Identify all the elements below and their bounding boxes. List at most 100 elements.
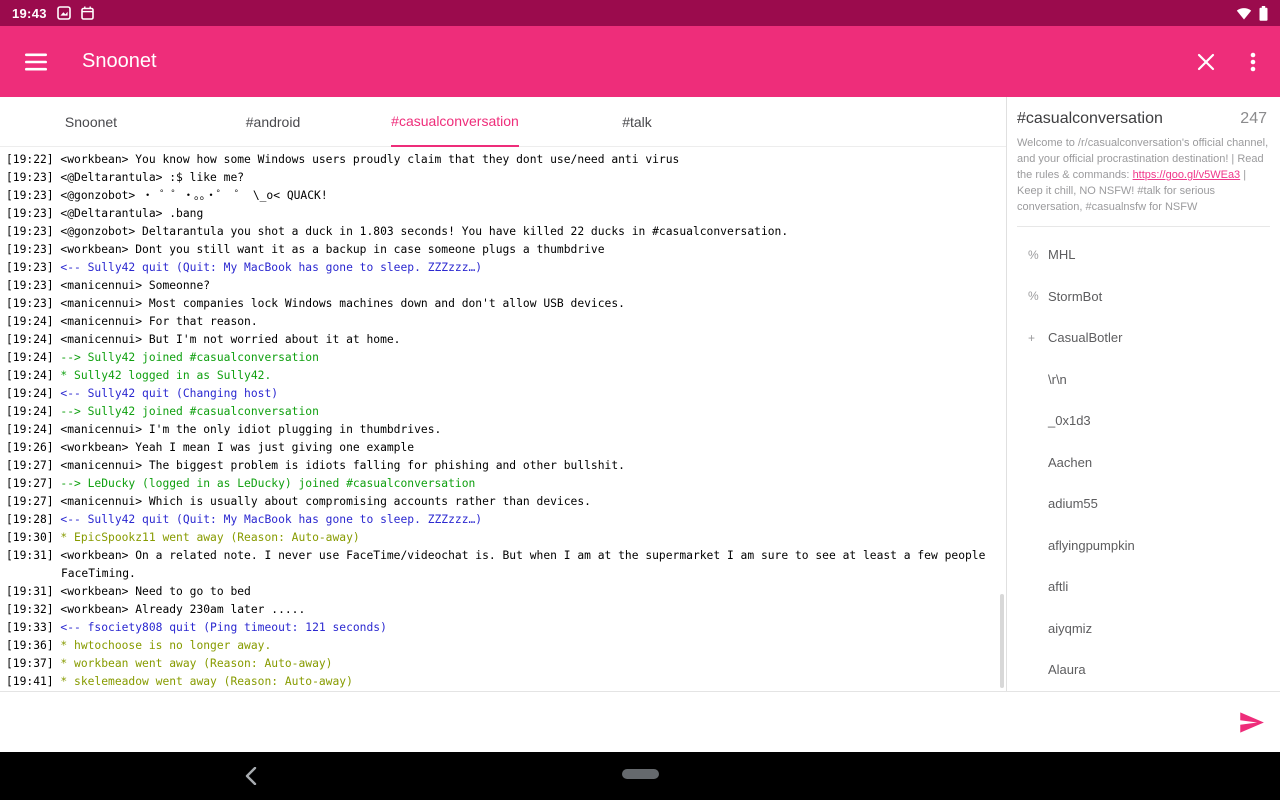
message-timestamp: [19:24] — [6, 351, 61, 364]
chat-message: [19:24] <manicennui> I'm the only idiot … — [6, 421, 1004, 439]
chat-message: [19:24] * Sully42 logged in as Sully42. — [6, 367, 1004, 385]
tab-label: #android — [245, 114, 301, 130]
chat-messages: [19:22] <workbean> You know how some Win… — [0, 147, 1006, 691]
user-list-item[interactable]: % StormBot — [1028, 276, 1280, 318]
message-text: * hwtochoose is no longer away. — [60, 639, 272, 652]
topic-link[interactable]: https://goo.gl/v5WEa3 — [1133, 169, 1241, 181]
user-list-item[interactable]: _0x1d3 — [1028, 400, 1280, 442]
user-list-item[interactable]: aiyqmiz — [1028, 608, 1280, 650]
message-timestamp: [19:23] — [6, 207, 61, 220]
android-screen: 19:43 Snoonet Snoonet #android #casualco… — [0, 0, 1280, 800]
sidebar-header: #casualconversation 247 — [1007, 110, 1280, 128]
user-list-item[interactable]: aflyingpumpkin — [1028, 525, 1280, 567]
chat-message: [19:24] --> Sully42 joined #casualconver… — [6, 403, 1004, 421]
message-text: <workbean> Already 230am later ..... — [60, 603, 306, 616]
chat-message: [19:24] <manicennui> For that reason. — [6, 313, 1004, 331]
chat-scrollbar[interactable] — [1000, 594, 1004, 688]
chat-message: [19:22] <workbean> You know how some Win… — [6, 151, 1004, 169]
message-timestamp: [19:24] — [6, 315, 61, 328]
message-text: <@Deltarantula> :$ like me? — [60, 171, 245, 184]
message-text: <manicennui> For that reason. — [60, 315, 258, 328]
message-input[interactable] — [13, 701, 1236, 743]
chat-message: [19:23] <-- Sully42 quit (Quit: My MacBo… — [6, 259, 1004, 277]
user-name: aftli — [1048, 579, 1069, 595]
send-button[interactable] — [1236, 707, 1267, 738]
chat-message: [19:31] <workbean> On a related note. I … — [6, 547, 1004, 583]
content-area: Snoonet #android #casualconversation #talk … — [0, 97, 1280, 691]
message-text: <workbean> Yeah I mean I was just giving… — [60, 441, 415, 454]
message-text: * workbean went away (Reason: Auto-away) — [60, 657, 333, 670]
battery-icon — [1259, 5, 1268, 21]
message-timestamp: [19:24] — [6, 387, 61, 400]
message-text: <@gonzobot> Deltarantula you shot a duck… — [60, 225, 789, 238]
chat-message: [19:24] <-- Sully42 quit (Changing host) — [6, 385, 1004, 403]
overflow-menu-button[interactable] — [1244, 46, 1262, 78]
user-list-item[interactable]: Aachen — [1028, 442, 1280, 484]
user-list-item[interactable]: Alaura — [1028, 649, 1280, 691]
chat-message: [19:24] --> Sully42 joined #casualconver… — [6, 349, 1004, 367]
close-button[interactable] — [1190, 46, 1222, 78]
user-name: adium55 — [1048, 496, 1098, 512]
user-list-item[interactable]: \r\n — [1028, 359, 1280, 401]
user-name: _0x1d3 — [1048, 413, 1091, 429]
tab-android[interactable]: #android — [182, 97, 364, 146]
user-name: aflyingpumpkin — [1048, 537, 1135, 553]
chat-message: [19:23] <workbean> Dont you still want i… — [6, 241, 1004, 259]
message-timestamp: [19:23] — [6, 189, 61, 202]
user-name: \r\n — [1048, 371, 1067, 387]
message-text: <manicennui> Someonne? — [60, 279, 211, 292]
message-text: --> Sully42 joined #casualconversation — [60, 351, 319, 364]
chat-message: [19:30] * EpicSpookz11 went away (Reason… — [6, 529, 1004, 547]
message-timestamp: [19:28] — [6, 513, 61, 526]
message-text: <-- Sully42 quit (Quit: My MacBook has g… — [60, 513, 483, 526]
tab-casualconversation[interactable]: #casualconversation — [364, 97, 546, 147]
chat-message: [19:26] <workbean> Yeah I mean I was jus… — [6, 439, 1004, 457]
message-text: <manicennui> Most companies lock Windows… — [60, 297, 625, 310]
tab-snoonet[interactable]: Snoonet — [0, 97, 182, 146]
chat-message: [19:23] <manicennui> Someonne? — [6, 277, 1004, 295]
user-name: aiyqmiz — [1048, 620, 1093, 636]
user-list-item[interactable]: adium55 — [1028, 483, 1280, 525]
message-timestamp: [19:27] — [6, 495, 61, 508]
channel-name: #casualconversation — [1017, 110, 1163, 127]
message-text: <@gonzobot> ・ ゜゜・。。・゜ ゜ \_o< QUACK! — [60, 189, 328, 202]
chat-message: [19:23] <@gonzobot> ・ ゜゜・。。・゜ ゜ \_o< QUA… — [6, 187, 1004, 205]
hamburger-menu-button[interactable] — [18, 47, 54, 77]
message-text: <manicennui> Which is usually about comp… — [60, 495, 591, 508]
chat-message: [19:27] <manicennui> Which is usually ab… — [6, 493, 1004, 511]
screenshot-notification-icon — [56, 6, 71, 20]
message-timestamp: [19:23] — [6, 297, 61, 310]
message-text: <-- fsociety808 quit (Ping timeout: 121 … — [60, 621, 387, 634]
nav-back-button[interactable] — [245, 766, 257, 788]
message-timestamp: [19:36] — [6, 639, 61, 652]
message-timestamp: [19:23] — [6, 243, 61, 256]
message-timestamp: [19:27] — [6, 477, 61, 490]
nav-home-pill[interactable] — [622, 769, 659, 779]
chat-message: [19:33] <-- fsociety808 quit (Ping timeo… — [6, 619, 1004, 637]
message-timestamp: [19:24] — [6, 405, 61, 418]
user-mode-prefix: + — [1028, 330, 1036, 345]
chat-message: [19:23] <@Deltarantula> .bang — [6, 205, 1004, 223]
chat-message: [19:23] <@gonzobot> Deltarantula you sho… — [6, 223, 1004, 241]
message-timestamp: [19:33] — [6, 621, 61, 634]
message-timestamp: [19:23] — [6, 171, 61, 184]
user-list-item[interactable]: + CasualBotler — [1028, 317, 1280, 359]
tab-talk[interactable]: #talk — [546, 97, 728, 146]
user-list-item[interactable]: % MHL — [1028, 234, 1280, 276]
message-text: <@Deltarantula> .bang — [60, 207, 204, 220]
message-text: <-- Sully42 quit (Quit: My MacBook has g… — [60, 261, 483, 274]
message-timestamp: [19:23] — [6, 225, 61, 238]
wifi-icon — [1236, 7, 1252, 20]
message-text: <manicennui> I'm the only idiot plugging… — [60, 423, 442, 436]
message-input-bar — [0, 691, 1280, 752]
user-list-item[interactable]: aftli — [1028, 566, 1280, 608]
user-list: % MHL% StormBot + CasualBotler \r\n _0x1d3 Aach… — [1007, 227, 1280, 691]
message-text: <manicennui> But I'm not worried about i… — [60, 333, 401, 346]
message-timestamp: [19:24] — [6, 369, 61, 382]
chat-message: [19:23] <manicennui> Most companies lock… — [6, 295, 1004, 313]
message-text: * EpicSpookz11 went away (Reason: Auto-a… — [60, 531, 360, 544]
message-timestamp: [19:31] — [6, 549, 61, 562]
user-name: CasualBotler — [1048, 330, 1123, 346]
calendar-notification-icon — [80, 6, 94, 20]
user-count: 247 — [1240, 110, 1267, 127]
